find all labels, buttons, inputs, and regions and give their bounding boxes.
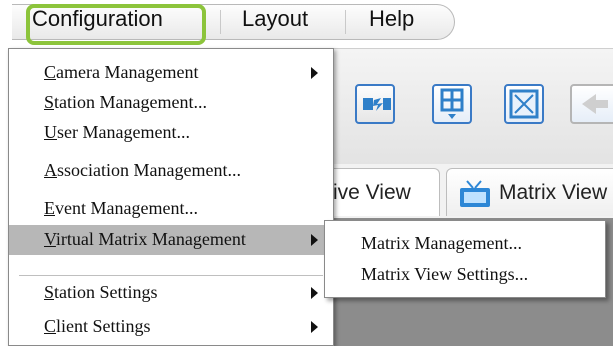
menu-item-station-management[interactable]: Station Management... [9, 88, 333, 118]
menu-item-client-settings[interactable]: Client Settings [9, 312, 333, 342]
menu-item-association-management[interactable]: Association Management... [9, 156, 333, 186]
menu-separator [345, 10, 346, 34]
menu-item-label: Event Management... [44, 198, 198, 218]
highlight-box [26, 4, 206, 45]
submenu-arrow-icon [311, 321, 318, 333]
menu-item-label: Matrix View Settings... [361, 264, 529, 284]
submenu-arrow-icon [311, 67, 318, 79]
menu-item-matrix-management[interactable]: Matrix Management... [325, 229, 605, 259]
menu-layout[interactable]: Layout [242, 6, 308, 32]
menu-item-camera-management[interactable]: Camera Management [9, 58, 333, 88]
menu-item-label: Station Management... [44, 92, 207, 112]
menu-item-matrix-view-settings[interactable]: Matrix View Settings... [325, 260, 605, 290]
menu-item-event-management[interactable]: Event Management... [9, 194, 333, 224]
menu-item-label: Virtual Matrix Management [44, 229, 246, 249]
menu-item-label: Matrix Management... [361, 233, 522, 253]
menu-item-label: User Management... [44, 122, 190, 142]
submenu-arrow-icon [311, 287, 318, 299]
configuration-dropdown: Camera Management Station Management... … [8, 48, 334, 346]
menu-divider [19, 275, 323, 276]
menu-item-label: Station Settings [44, 282, 158, 302]
submenu-arrow-icon [311, 234, 318, 246]
menu-item-label: Camera Management [44, 62, 199, 82]
menu-item-label: Association Management... [44, 160, 241, 180]
grid-layout-icon [440, 88, 464, 119]
menu-help[interactable]: Help [369, 6, 414, 32]
connect-button[interactable] [355, 84, 395, 124]
menu-item-station-settings[interactable]: Station Settings [9, 278, 333, 308]
tv-icon [460, 180, 490, 207]
tab-matrix-view-label: Matrix View [499, 181, 608, 204]
menu-item-label: Client Settings [44, 316, 151, 336]
tab-matrix-view[interactable]: Matrix View [446, 168, 613, 216]
plug-connect-icon [363, 98, 391, 111]
fullscreen-button[interactable] [504, 84, 544, 124]
menu-separator [220, 10, 221, 34]
menu-item-virtual-matrix-management[interactable]: Virtual Matrix Management [9, 225, 333, 255]
fullscreen-icon [509, 89, 539, 119]
tab-live-view-label: ive View [333, 181, 411, 204]
tab-live-view[interactable]: ive View [322, 168, 440, 216]
layout-grid-button[interactable] [432, 84, 472, 124]
virtual-matrix-submenu: Matrix Management... Matrix View Setting… [324, 220, 606, 298]
menu-bar: Configuration Layout Help [0, 0, 613, 46]
arrow-left-icon [582, 94, 608, 114]
back-button[interactable] [570, 84, 613, 124]
menu-item-user-management[interactable]: User Management... [9, 118, 333, 148]
